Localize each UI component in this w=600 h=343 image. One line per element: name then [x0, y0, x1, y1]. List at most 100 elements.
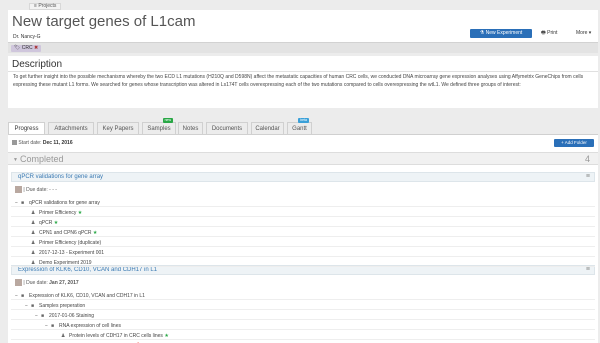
tree-row-label: Protein levels of CDH17 in CRC cells lin… [69, 333, 169, 339]
expand-icon[interactable]: − [35, 312, 38, 320]
tree-row-label: Primer Efficiency (duplicate) [39, 240, 102, 246]
folder-icon: ■ [31, 303, 35, 309]
experiment-icon: ♟ [31, 210, 36, 216]
due-date-value: Jan 27, 2017 [49, 279, 79, 286]
experiment-icon: ♟ [31, 260, 36, 266]
folder-icon: ■ [21, 200, 25, 206]
star-icon: ★ [91, 230, 98, 236]
tab-documents[interactable]: Documents [206, 122, 248, 134]
tab-label: Key Papers [102, 126, 134, 132]
experiment-icon: ♟ [61, 333, 66, 339]
avatar [15, 186, 22, 193]
tab-key-papers[interactable]: Key Papers [97, 122, 139, 134]
project-header: New target genes of L1cam Dr. Nancy-G ⚗ … [8, 10, 598, 42]
tree-row-label: Primer Efficiency ★ [39, 210, 83, 216]
folder-icon: ■ [41, 313, 45, 319]
tab-samples[interactable]: Samples new [142, 118, 176, 134]
tab-label: Gantt [292, 126, 307, 132]
tab-calendar[interactable]: Calendar [251, 122, 284, 134]
tree-row[interactable]: − ■ RNA expression of cell lines [11, 322, 595, 330]
beta-badge: beta [298, 118, 309, 123]
new-badge: new [162, 118, 173, 123]
experiment-header[interactable]: qPCR validations for gene array ≡ [11, 172, 595, 182]
tag-label: CRC [21, 45, 33, 51]
tree-row[interactable]: ♟ Protein levels of CDH17 in CRC cells li… [11, 332, 595, 340]
tree-row[interactable]: ♟ CPN1 and CPN6 qPCR ★ [11, 229, 595, 237]
expand-icon[interactable]: − [45, 322, 48, 330]
start-date-label: Start date: [18, 140, 42, 146]
tree-row-label: CPN1 and CPN6 qPCR ★ [39, 230, 98, 236]
start-date-row: Start date: Dec 11, 2016 [12, 140, 73, 146]
chevron-down-icon: ▾ [587, 30, 592, 36]
tab-gantt[interactable]: Gantt beta [287, 118, 312, 134]
description-panel: Description To get further insight into … [8, 56, 598, 108]
tree-row-label: qPCR ★ [39, 220, 59, 226]
print-button[interactable]: 🖶 Print [541, 30, 557, 38]
star-icon: ★ [52, 220, 59, 226]
divider [8, 71, 598, 72]
projects-nav[interactable]: ≡ Projects [29, 3, 62, 10]
hamburger-icon[interactable]: ≡ [586, 173, 590, 180]
project-owner: Dr. Nancy-G [13, 34, 41, 40]
tree-row-label: qPCR validations for gene array [29, 200, 100, 206]
more-button[interactable]: More ▾ [576, 30, 591, 36]
print-label: Print [547, 30, 558, 36]
expand-icon[interactable]: − [25, 302, 28, 310]
tree-row-label: Demo Experiment 2019 [39, 260, 92, 266]
tree-row[interactable]: ♟ Primer Efficiency (duplicate) [11, 239, 595, 247]
caret-down-icon: ▼ [13, 157, 18, 163]
progress-panel: Start date: Dec 11, 2016 + Add Folder ▼ … [8, 134, 598, 343]
experiment-icon: ♟ [31, 240, 36, 246]
more-label: More [576, 30, 588, 36]
experiment-icon: ♟ [31, 230, 36, 236]
new-experiment-label: New Experiment [485, 30, 523, 36]
new-experiment-button[interactable]: ⚗ New Experiment [470, 29, 532, 38]
tab-label: Progress [14, 126, 39, 132]
tree-row[interactable]: − ■ qPCR validations for gene array [11, 199, 595, 207]
experiment-title: qPCR validations for gene array [18, 174, 104, 180]
folder-icon: ■ [21, 293, 25, 299]
completed-label: Completed [20, 154, 64, 164]
due-date-value: - - - [49, 186, 57, 193]
experiment-icon: ♟ [31, 220, 36, 226]
tree-row[interactable]: − ■ Samples preperation [11, 302, 595, 310]
tree-row-label: 2017-01-06 Staining [49, 313, 95, 319]
tree-row[interactable]: − ■ Expression of KLK6, CD10, VCAN and CDH… [11, 292, 595, 300]
tree-row[interactable]: − ■ 2017-01-06 Staining [11, 312, 595, 320]
top-strip [10, 3, 600, 9]
completed-count: 4 [584, 154, 590, 164]
tab-label: Documents [211, 126, 243, 132]
completed-section-header[interactable]: ▼ Completed 4 [8, 152, 598, 165]
due-date-row: | Due date: Jan 27, 2017 [15, 279, 79, 286]
calendar-icon [12, 140, 17, 146]
expand-icon[interactable]: − [15, 199, 18, 207]
page-title: New target genes of L1cam [12, 13, 196, 30]
tag-bar: 🏷 CRC ✖ [8, 42, 598, 53]
tree-row-label: 2017-12-13 - Experiment 001 [39, 250, 105, 256]
tab-label: Calendar [255, 126, 280, 132]
description-text: To get further insight into the possible… [13, 74, 584, 88]
tag-icon: 🏷 [14, 45, 22, 51]
tab-label: Samples [147, 126, 171, 132]
tree-row[interactable]: ♟ Primer Efficiency ★ [11, 209, 595, 217]
due-date-label: | Due date: [23, 186, 48, 193]
tree-row[interactable]: ♟ Demo Experiment 2019 [11, 259, 595, 267]
tab-notes[interactable]: Notes [178, 122, 203, 134]
tag-crc[interactable]: 🏷 CRC ✖ [11, 45, 42, 52]
folder-icon: ■ [51, 323, 55, 329]
tree-row-label: RNA expression of cell lines [59, 323, 121, 329]
description-title: Description [12, 59, 63, 70]
add-folder-button[interactable]: + Add Folder [554, 139, 594, 147]
hamburger-icon[interactable]: ≡ [586, 266, 590, 273]
tree-row-label: Samples preperation [39, 303, 86, 309]
tree-row[interactable]: ♟ qPCR ★ [11, 219, 595, 227]
due-date-row: | Due date: - - - [15, 186, 57, 193]
avatar [15, 279, 22, 286]
projects-label: Projects [38, 3, 57, 9]
tab-attachments[interactable]: Attachments [48, 122, 94, 134]
expand-icon[interactable]: − [15, 292, 18, 300]
close-icon[interactable]: ✖ [33, 45, 38, 51]
tree-row[interactable]: ♟ 2017-12-13 - Experiment 001 [11, 249, 595, 257]
star-icon: ★ [162, 333, 169, 339]
due-date-label: | Due date: [23, 279, 48, 286]
